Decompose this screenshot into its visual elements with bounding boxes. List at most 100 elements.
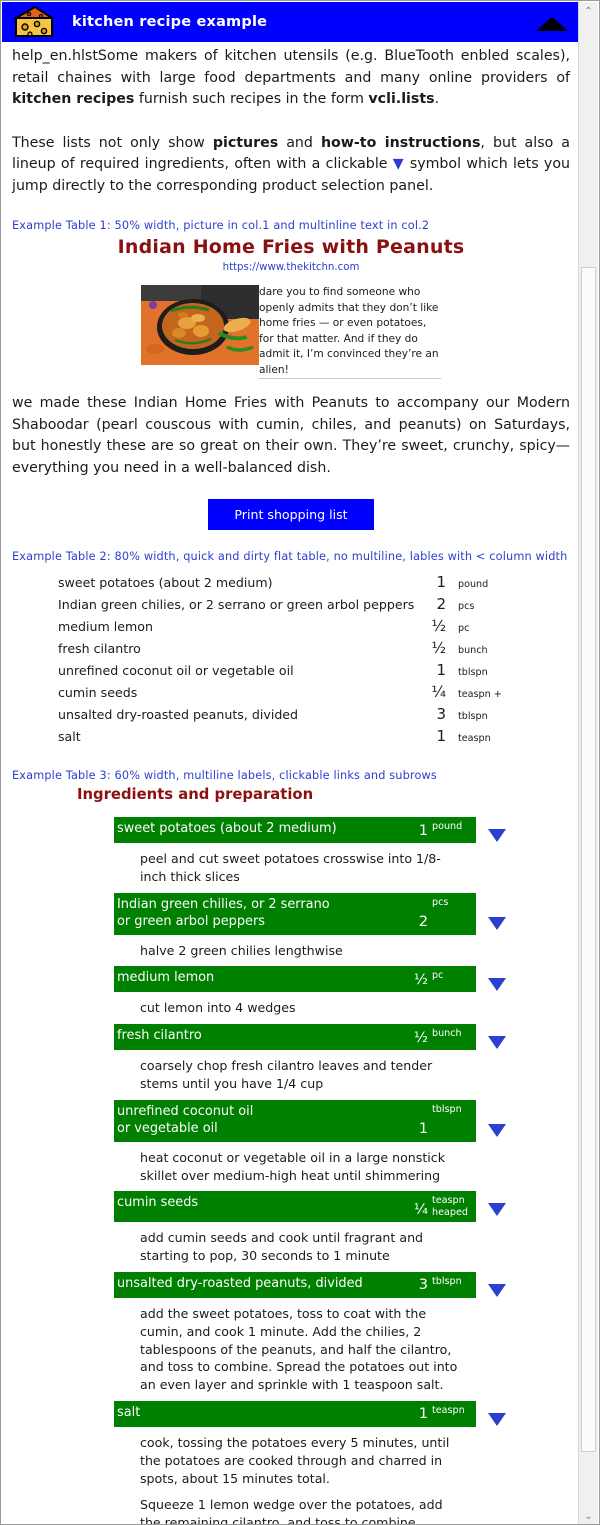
ingredient-quantity: 2: [436, 595, 446, 613]
ingredients-preparation-heading: Ingredients and preparation: [77, 786, 314, 803]
table-row: medium lemon ½ pc: [42, 615, 504, 637]
ingredient-group: cumin seeds ¼ teaspn heaped add cumin seeds …: [2, 1191, 580, 1265]
cheese-icon: [13, 5, 55, 37]
example-table-1-caption: Example Table 1: 50% width, picture in c…: [12, 219, 430, 232]
triangle-down-icon[interactable]: [488, 916, 506, 930]
triangle-down-icon[interactable]: [488, 1283, 506, 1297]
ingredient-group: medium lemon ½ pc cut lemon into 4 wedges: [2, 966, 580, 1017]
ingredient-unit: pc: [432, 970, 444, 982]
ingredient-group: salt 1 teaspn cook, tossing the potatoes ev…: [2, 1400, 580, 1524]
triangle-up-icon[interactable]: [536, 17, 568, 31]
recipe-lead-paragraph: we made these Indian Home Fries with Pea…: [12, 395, 570, 476]
ingredient-quantity: ¼: [413, 1200, 428, 1218]
ingredient-label: sweet potatoes (about 2 medium): [117, 821, 337, 836]
table-row: unrefined coconut oil or vegetable oil 1 t…: [42, 659, 504, 681]
example-table-3-caption: Example Table 3: 60% width, multiline la…: [12, 769, 437, 782]
ingredient-row[interactable]: unrefined coconut oil or vegetable oil 1 tb…: [114, 1099, 506, 1142]
ingredient-group: Indian green chilies, or 2 serrano or gre…: [2, 892, 580, 960]
example-table-2-caption: Example Table 2: 80% width, quick and di…: [12, 550, 568, 563]
ingredient-row[interactable]: fresh cilantro ½ bunch: [114, 1024, 506, 1051]
triangle-down-icon[interactable]: [488, 1203, 506, 1217]
table-row: Indian green chilies, or 2 serrano or gr…: [42, 593, 504, 615]
triangle-down-icon[interactable]: [488, 978, 506, 992]
intro-p1-bold2: vcli.lists: [368, 91, 435, 107]
example-table-2: sweet potatoes (about 2 medium) 1 pound Ind…: [42, 571, 504, 747]
ingredient-row[interactable]: medium lemon ½ pc: [114, 966, 506, 993]
table-row: cumin seeds ¼ teaspn +: [42, 681, 504, 703]
ingredient-quantity: ½: [413, 1028, 428, 1046]
preparation-step: coarsely chop fresh cilantro leaves and …: [140, 1058, 433, 1091]
ingredient-unit: tblspn: [432, 1275, 462, 1287]
ingredient-unit: tblspn: [432, 1103, 462, 1115]
intro-p2-a: These lists not only show: [12, 134, 213, 151]
ingredient-quantity: 1: [436, 727, 446, 745]
ingredient-row[interactable]: Indian green chilies, or 2 serrano or gre…: [114, 892, 506, 935]
scroll-down-arrow-icon[interactable]: ⌄: [579, 1507, 598, 1524]
ingredient-label: fresh cilantro: [58, 641, 141, 656]
scrollbar-thumb[interactable]: [581, 267, 596, 1452]
ingredient-label: unrefined coconut oil or vegetable oil: [117, 1103, 254, 1137]
ingredient-label: fresh cilantro: [117, 1028, 202, 1044]
ingredient-group: unrefined coconut oil or vegetable oil 1 tb…: [2, 1099, 580, 1185]
intro-p1-end: .: [434, 91, 440, 107]
print-shopping-list-button[interactable]: Print shopping list: [208, 499, 374, 530]
triangle-down-icon[interactable]: [488, 1123, 506, 1137]
ingredient-label: sweet potatoes (about 2 medium): [58, 575, 273, 590]
recipe-photo-cell: [141, 285, 259, 379]
help-file-label: help_en.hlst: [12, 48, 98, 64]
ingredient-unit: pcs: [432, 896, 449, 908]
ingredient-label: medium lemon: [58, 619, 153, 634]
vertical-scrollbar[interactable]: ⌃ ⌄: [578, 2, 598, 1524]
ingredient-row[interactable]: salt 1 teaspn: [114, 1400, 506, 1427]
ingredient-row[interactable]: unsalted dry-roasted peanuts, divided 3 tb…: [114, 1271, 506, 1298]
triangle-down-icon[interactable]: ▼: [393, 156, 405, 172]
ingredient-unit: teaspn: [458, 733, 491, 744]
table-row: unsalted dry-roasted peanuts, divided 3 tb…: [42, 703, 504, 725]
indian-home-fries-photo: [141, 285, 259, 365]
table-row: sweet potatoes (about 2 medium) 1 pound: [42, 571, 504, 593]
ingredient-row[interactable]: cumin seeds ¼ teaspn heaped: [114, 1191, 506, 1223]
ingredient-unit: tblspn: [458, 667, 488, 678]
ingredient-label: cumin seeds: [117, 1195, 199, 1211]
ingredient-unit: pound: [458, 579, 489, 590]
recipe-title: Indian Home Fries with Peanuts: [117, 236, 465, 258]
window-title: kitchen recipe example: [72, 14, 268, 30]
ingredient-quantity: 2: [418, 913, 428, 931]
ingredient-quantity: 1: [418, 1405, 428, 1423]
ingredient-quantity: ½: [431, 639, 446, 657]
ingredient-label: cumin seeds: [58, 685, 138, 700]
scroll-up-arrow-icon[interactable]: ⌃: [579, 2, 598, 20]
intro-p2-b: and: [278, 134, 321, 151]
intro-p2-bold2: how-to instructions: [320, 134, 481, 151]
ingredient-quantity: 1: [436, 573, 446, 591]
ingredient-label: Indian green chilies, or 2 serrano or gre…: [117, 896, 330, 930]
intro-p1-mid: furnish such recipes in the form: [134, 91, 369, 107]
ingredient-unit: bunch: [458, 645, 488, 656]
ingredient-quantity: 1: [418, 821, 428, 839]
ingredient-quantity: ½: [413, 970, 428, 988]
ingredient-group: unsalted dry-roasted peanuts, divided 3 tb…: [2, 1271, 580, 1394]
preparation-step: heat coconut or vegetable oil in a large…: [140, 1149, 445, 1183]
intro-paragraph-1: help_en.hlstSome makers of kitchen utens…: [2, 42, 580, 111]
table-row: salt 1 teaspn: [42, 725, 504, 747]
table-row: fresh cilantro ½ bunch: [42, 637, 504, 659]
ingredient-unit: pound: [432, 821, 463, 832]
ingredient-unit: teaspn: [432, 1404, 465, 1416]
triangle-down-icon[interactable]: [488, 1412, 506, 1426]
triangle-down-icon[interactable]: [488, 829, 506, 842]
ingredient-quantity: ½: [431, 617, 446, 635]
preparation-step: peel and cut sweet potatoes crosswise in…: [140, 851, 441, 884]
ingredient-unit: teaspn heaped: [432, 1195, 468, 1218]
triangle-down-icon[interactable]: [488, 1036, 506, 1050]
ingredient-label: medium lemon: [117, 970, 215, 986]
table-row: dare you to find someone who openly admi…: [141, 285, 441, 379]
preparation-step: cook, tossing the potatoes every 5 minut…: [140, 1434, 450, 1486]
recipe-url-link[interactable]: https://www.thekitchn.com: [2, 262, 580, 273]
intro-paragraph-2: These lists not only show pictures and h…: [2, 133, 580, 198]
ingredient-quantity: 1: [436, 661, 446, 679]
ingredient-row[interactable]: sweet potatoes (about 2 medium) 1 pound: [114, 817, 506, 843]
ingredient-label: unrefined coconut oil or vegetable oil: [58, 663, 294, 678]
example-table-3: sweet potatoes (about 2 medium) 1 pound pee…: [2, 817, 580, 1524]
ingredient-unit: teaspn +: [458, 689, 502, 700]
example-table-1: dare you to find someone who openly admi…: [141, 285, 441, 379]
